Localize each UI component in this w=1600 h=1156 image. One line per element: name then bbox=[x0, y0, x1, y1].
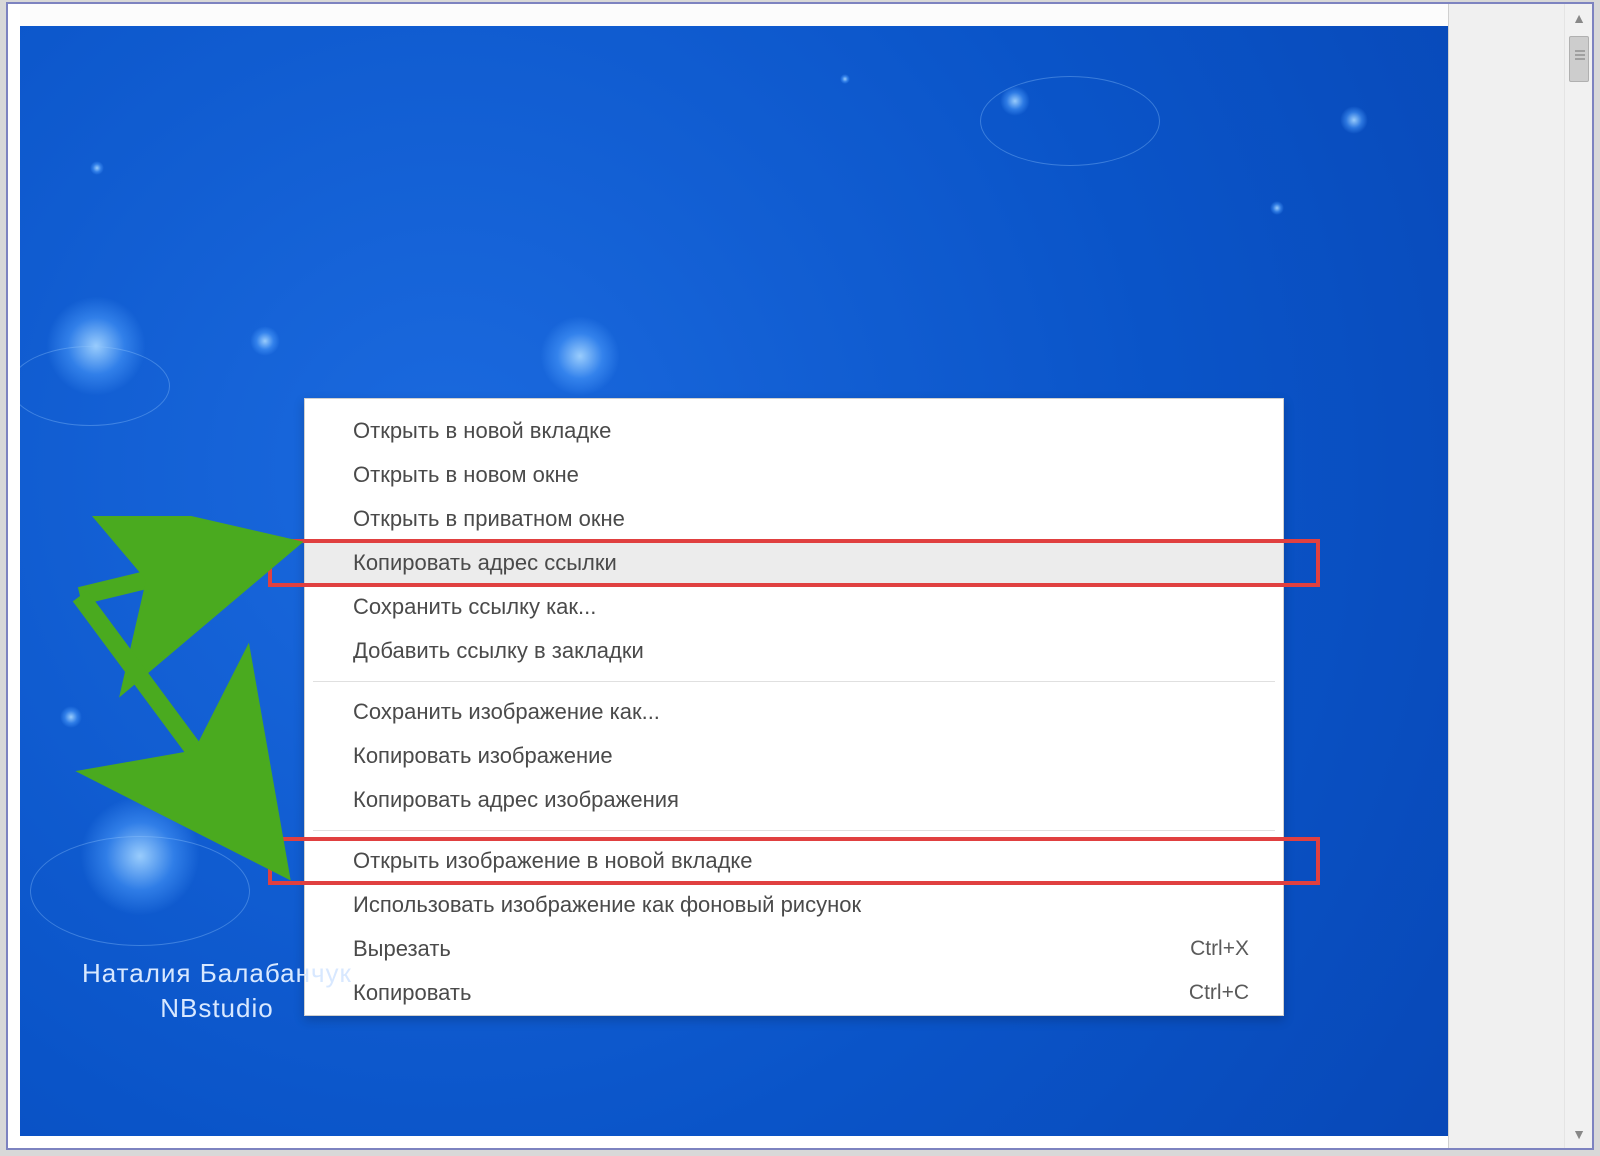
content-area: Открыть в новой вкладке Открыть в новом о… bbox=[8, 4, 1448, 1148]
scroll-thumb[interactable] bbox=[1569, 36, 1589, 82]
menu-item-label: Копировать bbox=[353, 980, 471, 1006]
menu-item[interactable]: Сохранить ссылку как... bbox=[305, 585, 1283, 629]
menu-item-shortcut: Ctrl+X bbox=[1190, 937, 1255, 961]
menu-item[interactable]: Открыть в новой вкладке bbox=[305, 409, 1283, 453]
watermark-line1: Наталия Балабанчук bbox=[82, 956, 352, 991]
desktop-background: Открыть в новой вкладке Открыть в новом о… bbox=[20, 26, 1448, 1136]
right-side-panel: ▲ ▼ bbox=[1448, 4, 1592, 1148]
menu-item-label: Вырезать bbox=[353, 936, 451, 962]
menu-item[interactable]: Копировать адрес ссылки bbox=[305, 541, 1283, 585]
menu-separator bbox=[313, 830, 1275, 831]
menu-item-label: Сохранить изображение как... bbox=[353, 699, 660, 725]
menu-item-label: Копировать адрес изображения bbox=[353, 787, 679, 813]
menu-item[interactable]: Копировать Ctrl+C bbox=[305, 971, 1283, 1015]
menu-item[interactable]: Копировать изображение bbox=[305, 734, 1283, 778]
watermark-line2: NBstudio bbox=[82, 991, 352, 1026]
menu-item[interactable]: Копировать адрес изображения bbox=[305, 778, 1283, 822]
menu-item-label: Открыть в новом окне bbox=[353, 462, 579, 488]
menu-item-label: Копировать адрес ссылки bbox=[353, 550, 617, 576]
watermark: Наталия Балабанчук NBstudio bbox=[82, 956, 352, 1026]
context-menu[interactable]: Открыть в новой вкладке Открыть в новом о… bbox=[304, 398, 1284, 1016]
menu-item-label: Использовать изображение как фоновый рис… bbox=[353, 892, 861, 918]
menu-item-label: Открыть изображение в новой вкладке bbox=[353, 848, 753, 874]
menu-item[interactable]: Добавить ссылку в закладки bbox=[305, 629, 1283, 673]
menu-item[interactable]: Сохранить изображение как... bbox=[305, 690, 1283, 734]
vertical-scrollbar[interactable]: ▲ ▼ bbox=[1564, 4, 1592, 1148]
menu-item-shortcut: Ctrl+C bbox=[1189, 981, 1255, 1005]
scroll-up-button[interactable]: ▲ bbox=[1565, 4, 1593, 32]
menu-item[interactable]: Открыть изображение в новой вкладке bbox=[305, 839, 1283, 883]
menu-item[interactable]: Открыть в приватном окне bbox=[305, 497, 1283, 541]
menu-item-label: Добавить ссылку в закладки bbox=[353, 638, 644, 664]
menu-item-label: Открыть в приватном окне bbox=[353, 506, 625, 532]
menu-item-label: Сохранить ссылку как... bbox=[353, 594, 596, 620]
top-blank-bar bbox=[20, 4, 1448, 26]
menu-item[interactable]: Вырезать Ctrl+X bbox=[305, 927, 1283, 971]
menu-item-label: Копировать изображение bbox=[353, 743, 613, 769]
menu-separator bbox=[313, 681, 1275, 682]
menu-item[interactable]: Открыть в новом окне bbox=[305, 453, 1283, 497]
menu-item[interactable]: Использовать изображение как фоновый рис… bbox=[305, 883, 1283, 927]
annotation-arrows bbox=[50, 516, 320, 916]
scroll-down-button[interactable]: ▼ bbox=[1565, 1120, 1593, 1148]
menu-item-label: Открыть в новой вкладке bbox=[353, 418, 611, 444]
outer-frame: Открыть в новой вкладке Открыть в новом о… bbox=[6, 2, 1594, 1150]
